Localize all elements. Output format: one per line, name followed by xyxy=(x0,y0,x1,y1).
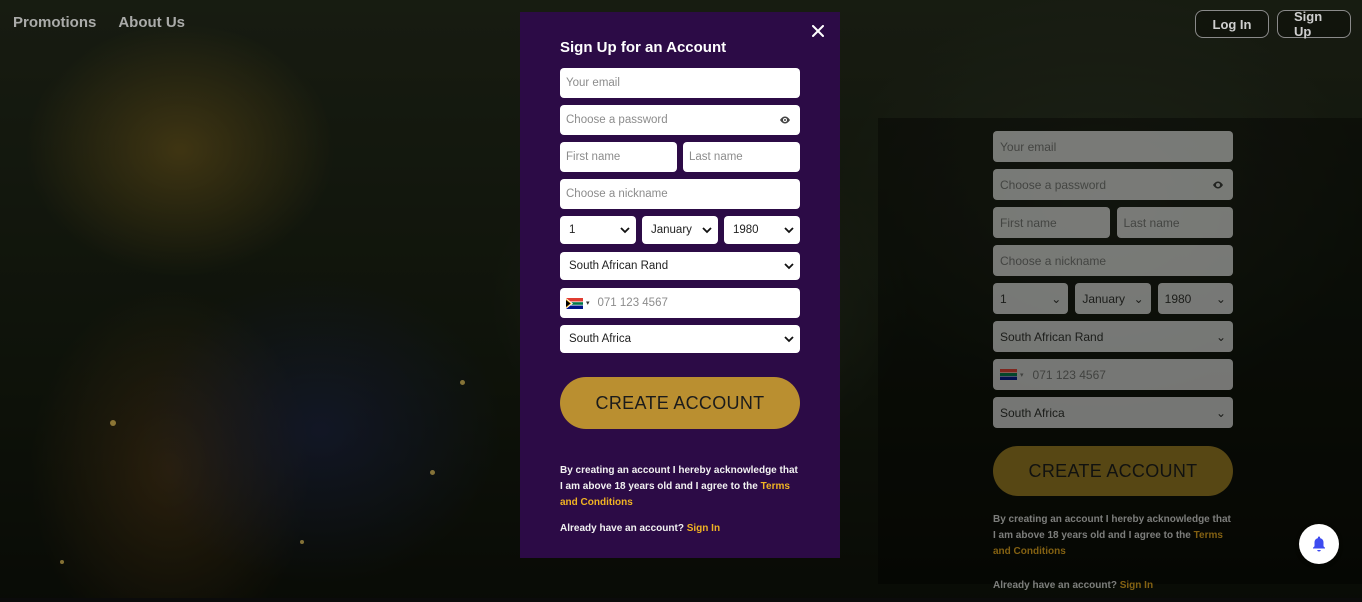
phone-field[interactable]: ▾ 071 123 4567 xyxy=(560,288,800,318)
signup-form: Your email Choose a password First name … xyxy=(560,68,800,534)
bg-dob-day-select: 1 ⌄ xyxy=(993,283,1069,314)
terms-text: By creating an account I hereby acknowle… xyxy=(560,463,800,511)
flag-graphic xyxy=(566,297,583,309)
bg-dob-row: 1 ⌄ January ⌄ 1980 ⌄ xyxy=(993,283,1233,321)
last-name-placeholder: Last name xyxy=(689,151,743,163)
eye-icon xyxy=(1213,181,1223,189)
south-africa-flag-icon xyxy=(1000,369,1017,380)
dob-day-value: 1 xyxy=(569,224,576,236)
bell-icon xyxy=(1313,536,1325,552)
bg-create-account-button: CREATE ACCOUNT xyxy=(993,446,1233,496)
caret-icon: ▾ xyxy=(586,300,590,307)
bg-dob-year-value: 1980 xyxy=(1164,291,1192,306)
modal-title: Sign Up for an Account xyxy=(560,39,727,56)
bg-country-value: South Africa xyxy=(1000,405,1065,420)
eye-icon[interactable] xyxy=(779,114,791,126)
dob-month-select[interactable]: January xyxy=(642,216,718,244)
nickname-field[interactable]: Choose a nickname xyxy=(560,179,800,209)
chevron-down-icon xyxy=(784,336,794,343)
dob-row: 1 January 1980 xyxy=(560,216,800,252)
bg-name-row: First name Last name xyxy=(993,207,1233,245)
chevron-down-icon: ⌄ xyxy=(1215,405,1226,420)
background-signup-form: Your email Choose a password First name … xyxy=(993,131,1233,591)
password-placeholder: Choose a password xyxy=(566,114,668,126)
bg-password-field: Choose a password xyxy=(993,169,1233,200)
email-field[interactable]: Your email xyxy=(560,68,800,98)
chevron-down-icon: ⌄ xyxy=(1215,291,1226,306)
sign-in-link[interactable]: Sign In xyxy=(687,523,720,534)
sparkle xyxy=(110,420,116,426)
chevron-down-icon xyxy=(784,227,794,234)
country-select[interactable]: South Africa xyxy=(560,325,800,353)
dob-day-select[interactable]: 1 xyxy=(560,216,636,244)
first-name-placeholder: First name xyxy=(566,151,621,163)
login-button[interactable]: Log In xyxy=(1195,10,1269,38)
sparkle xyxy=(430,470,435,475)
close-x-glyph xyxy=(812,25,824,37)
bg-country-select: South Africa ⌄ xyxy=(993,397,1233,428)
notification-bell-button[interactable] xyxy=(1299,524,1339,564)
last-name-field[interactable]: Last name xyxy=(683,142,800,172)
bg-dob-day-value: 1 xyxy=(1000,291,1007,306)
chevron-down-icon xyxy=(702,227,712,234)
name-row: First name Last name xyxy=(560,142,800,179)
top-nav-right: Log In Sign Up xyxy=(1195,9,1351,39)
bottom-edge xyxy=(0,598,1362,602)
bg-currency-value: South African Rand xyxy=(1000,329,1104,344)
chevron-down-icon: ⌄ xyxy=(1133,291,1144,306)
bg-already-label: Already have an account? xyxy=(993,580,1120,591)
sparkle xyxy=(460,380,465,385)
bg-dob-month-select: January ⌄ xyxy=(1075,283,1151,314)
already-label: Already have an account? xyxy=(560,523,687,534)
country-value: South Africa xyxy=(569,333,632,345)
dob-month-value: January xyxy=(651,224,692,236)
bg-dob-year-select: 1980 ⌄ xyxy=(1157,283,1233,314)
bg-currency-select: South African Rand ⌄ xyxy=(993,321,1233,352)
bg-first-name-field: First name xyxy=(993,207,1110,238)
sparkle xyxy=(60,560,64,564)
bg-phone-placeholder: 071 123 4567 xyxy=(1032,367,1106,382)
bg-password-placeholder: Choose a password xyxy=(1000,177,1107,192)
sparkle xyxy=(300,540,304,544)
dob-year-value: 1980 xyxy=(733,224,759,236)
top-nav-left: Promotions About Us xyxy=(13,14,185,31)
bg-nickname-field: Choose a nickname xyxy=(993,245,1233,276)
chevron-down-icon: ⌄ xyxy=(1051,291,1062,306)
first-name-field[interactable]: First name xyxy=(560,142,677,172)
phone-placeholder: 071 123 4567 xyxy=(597,297,668,309)
create-account-button[interactable]: CREATE ACCOUNT xyxy=(560,377,800,429)
bg-last-name-field: Last name xyxy=(1116,207,1233,238)
chevron-down-icon xyxy=(620,227,630,234)
bg-phone-field: ▾ 071 123 4567 xyxy=(993,359,1233,390)
chevron-down-icon: ⌄ xyxy=(1215,329,1226,344)
nav-promotions[interactable]: Promotions xyxy=(13,14,96,31)
nickname-placeholder: Choose a nickname xyxy=(566,188,668,200)
dob-year-select[interactable]: 1980 xyxy=(724,216,800,244)
signup-button[interactable]: Sign Up xyxy=(1277,9,1351,39)
south-africa-flag-icon[interactable] xyxy=(566,297,583,309)
already-have-account: Already have an account? Sign In xyxy=(560,523,800,534)
signup-modal: Sign Up for an Account Your email Choose… xyxy=(520,12,840,558)
chevron-down-icon xyxy=(784,263,794,270)
bg-already-text: Already have an account? Sign In xyxy=(993,580,1233,591)
close-icon[interactable] xyxy=(810,25,826,41)
bg-terms-text: By creating an account I hereby acknowle… xyxy=(993,512,1233,560)
nav-about-us[interactable]: About Us xyxy=(118,14,185,31)
bg-email-field: Your email xyxy=(993,131,1233,162)
currency-value: South African Rand xyxy=(569,260,669,272)
bg-dob-month-value: January xyxy=(1082,291,1126,306)
bg-sign-in-link: Sign In xyxy=(1119,580,1154,591)
currency-select[interactable]: South African Rand xyxy=(560,252,800,280)
email-placeholder: Your email xyxy=(566,77,620,89)
password-field[interactable]: Choose a password xyxy=(560,105,800,135)
caret-icon: ▾ xyxy=(1020,371,1024,379)
